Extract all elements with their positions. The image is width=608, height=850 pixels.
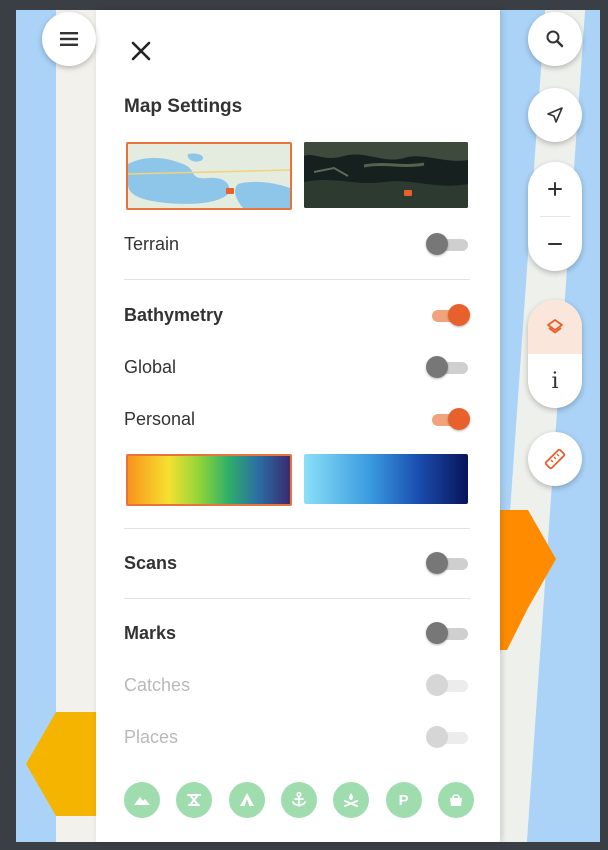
zoom-controls (528, 162, 582, 271)
minus-icon (548, 243, 562, 245)
color-scale-rainbow[interactable] (126, 454, 292, 506)
map-style-satellite[interactable] (304, 142, 468, 208)
marks-toggle[interactable] (426, 621, 470, 645)
places-toggle[interactable] (426, 725, 470, 749)
tools-icon[interactable] (176, 782, 213, 818)
bathymetry-toggle[interactable] (426, 303, 470, 327)
scans-row: Scans (124, 548, 470, 578)
personal-label: Personal (124, 408, 196, 429)
zoom-in-button[interactable] (528, 162, 582, 216)
personal-toggle[interactable] (426, 407, 470, 431)
panel-title: Map Settings (124, 96, 243, 117)
water-area (16, 10, 56, 842)
tent-icon[interactable] (228, 782, 265, 818)
campfire-icon[interactable] (333, 782, 370, 818)
close-icon (131, 41, 151, 61)
bathymetry-label: Bathymetry (124, 304, 224, 325)
map-style-standard[interactable] (126, 142, 292, 210)
divider (124, 598, 470, 599)
terrain-label: Terrain (124, 233, 180, 254)
divider (124, 279, 470, 280)
close-button[interactable] (126, 36, 156, 66)
info-button[interactable]: i (528, 354, 582, 408)
catches-row: Catches (124, 670, 470, 700)
navigation-arrow-icon (547, 107, 563, 123)
layers-button[interactable] (528, 300, 582, 354)
hamburger-icon (60, 32, 78, 46)
color-scale-blue[interactable] (304, 454, 468, 504)
satellite-thumbnail-image (304, 142, 468, 208)
global-label: Global (124, 356, 177, 377)
measure-button[interactable] (528, 432, 582, 486)
catches-label: Catches (124, 674, 191, 695)
scans-label: Scans (124, 552, 178, 573)
scans-toggle[interactable] (426, 551, 470, 575)
personal-row: Personal (124, 404, 470, 434)
terrain-toggle[interactable] (426, 232, 470, 256)
parking-icon[interactable]: P (385, 782, 422, 818)
plus-icon (548, 182, 562, 196)
info-icon: i (551, 368, 559, 394)
catches-toggle[interactable] (426, 673, 470, 697)
divider (124, 528, 470, 529)
places-row: Places (124, 722, 470, 752)
marks-label: Marks (124, 622, 177, 643)
place-category-icons: P (124, 782, 474, 820)
search-button[interactable] (528, 12, 582, 66)
terrain-row: Terrain (124, 229, 470, 259)
mountain-icon[interactable] (124, 782, 160, 818)
marks-row: Marks (124, 618, 470, 648)
zoom-out-button[interactable] (528, 217, 582, 271)
ruler-icon (544, 448, 566, 470)
map-settings-panel: Map Settings Terrain Bathymetry Global P… (96, 10, 500, 842)
map-thumbnail-image (128, 144, 290, 208)
search-icon (546, 30, 564, 48)
global-row: Global (124, 352, 470, 382)
global-toggle[interactable] (426, 355, 470, 379)
anchor-icon[interactable] (280, 782, 317, 818)
locate-button[interactable] (528, 88, 582, 142)
layer-info-controls: i (528, 300, 582, 408)
parking-letter: P (398, 791, 409, 809)
layers-icon (547, 319, 563, 334)
places-label: Places (124, 726, 179, 747)
menu-button[interactable] (42, 12, 96, 66)
shop-icon[interactable] (437, 782, 474, 818)
bathymetry-row: Bathymetry (124, 300, 470, 330)
